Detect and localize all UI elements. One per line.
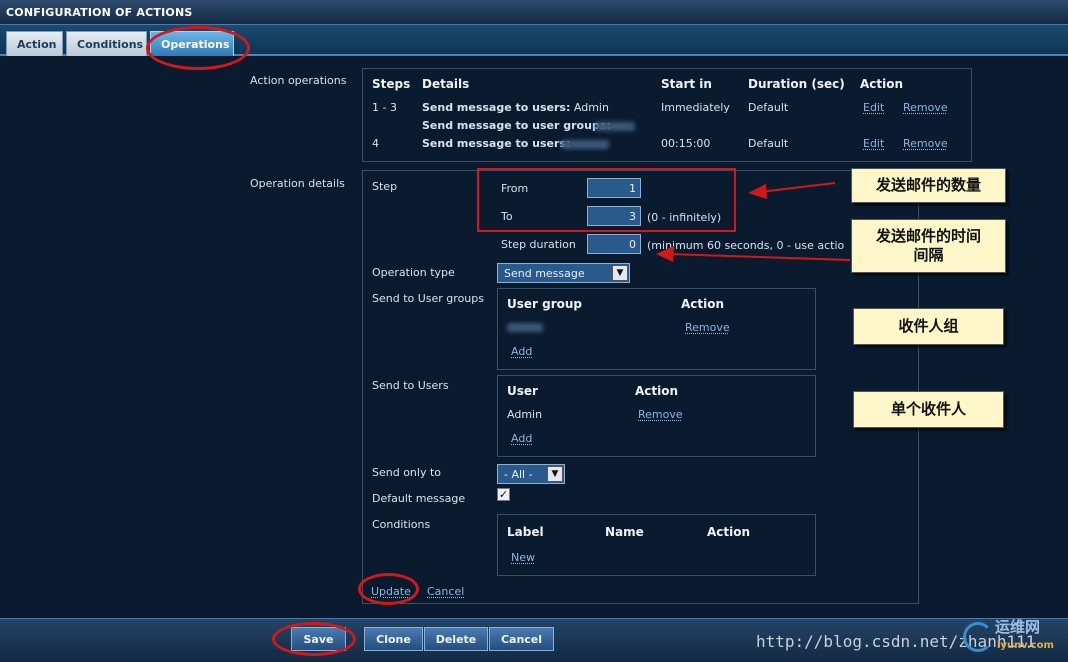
delete-button[interactable]: Delete xyxy=(424,627,488,651)
logo-swirl-icon xyxy=(963,622,993,652)
clone-button[interactable]: Clone xyxy=(364,627,423,651)
save-highlight-oval xyxy=(272,622,356,656)
logo-text: 运维网 xyxy=(995,618,1041,636)
note-count: 发送邮件的数量 xyxy=(851,168,1006,203)
logo-subtext: iyunv.com xyxy=(997,640,1054,651)
cancel-button[interactable]: Cancel xyxy=(489,627,554,651)
arrow-icon xyxy=(748,182,836,199)
note-groups: 收件人组 xyxy=(853,308,1004,345)
watermark-logo: 运维网 iyunv.com xyxy=(963,614,1063,660)
note-single: 单个收件人 xyxy=(853,391,1004,428)
note-interval: 发送邮件的时间间隔 xyxy=(851,219,1006,273)
arrow-icon xyxy=(656,246,851,262)
